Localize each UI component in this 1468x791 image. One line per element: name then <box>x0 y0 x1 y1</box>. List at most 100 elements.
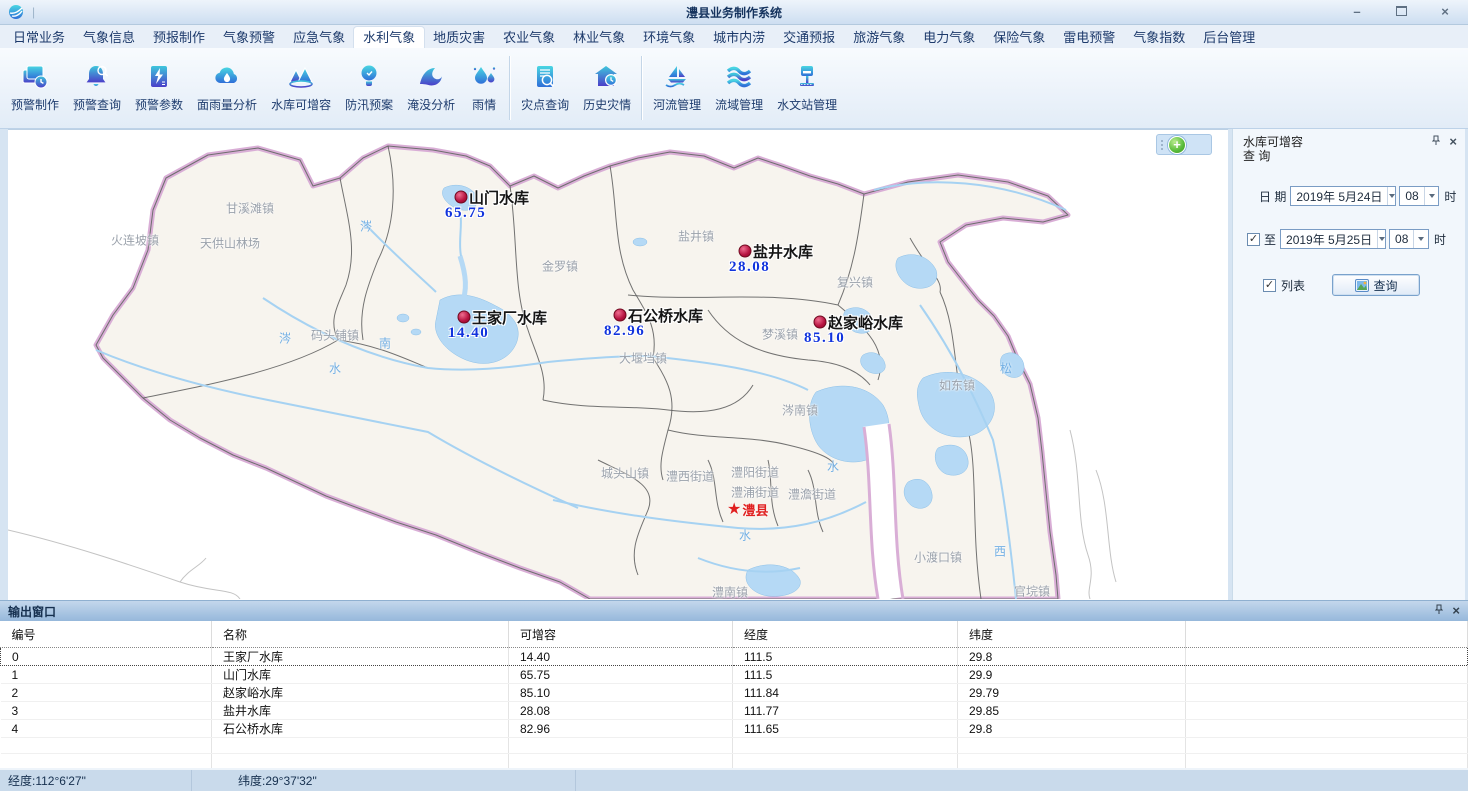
menu-weather-info[interactable]: 气象信息 <box>74 27 144 48</box>
cell-latitude: 29.85 <box>958 702 1186 720</box>
table-row[interactable]: 3 盐井水库 28.08 111.77 29.85 <box>1 702 1468 720</box>
map-river-label: 西 <box>994 543 1006 560</box>
toolbar-disaster-history[interactable]: 历史灾情 <box>576 59 638 117</box>
map-town-label: 澧澹街道 <box>788 486 836 503</box>
toolbar-warning-query[interactable]: 预警查询 <box>66 59 128 117</box>
map-town-label: 澧浦街道 <box>731 484 779 501</box>
chevron-down-icon <box>1377 230 1385 248</box>
cell-longitude: 111.77 <box>733 702 958 720</box>
output-title: 输出窗口 <box>8 603 56 620</box>
menu-hydro-active[interactable]: 水利气象 <box>354 27 424 48</box>
map-canvas[interactable]: 甘溪滩镇 火连坡镇 天供山林场 金罗镇 盐井镇 复兴镇 梦溪镇 码头铺镇 大堰垱… <box>8 129 1228 601</box>
col-header-capacity[interactable]: 可增容 <box>509 621 733 648</box>
pin-icon[interactable] <box>1435 604 1443 618</box>
cell-name: 山门水库 <box>212 666 509 684</box>
close-button[interactable]: × <box>1438 5 1452 19</box>
panel-title: 水库可增容 查 询 <box>1233 129 1465 163</box>
reservoir-capacity-icon <box>286 63 316 91</box>
table-row[interactable]: 0 王家厂水库 14.40 111.5 29.8 <box>1 648 1468 666</box>
table-row[interactable]: 4 石公桥水库 82.96 111.65 29.8 <box>1 720 1468 738</box>
zoom-in-button[interactable]: + <box>1168 136 1186 154</box>
output-titlebar: 输出窗口 × <box>0 600 1468 621</box>
map-town-label: 澧西街道 <box>666 468 714 485</box>
menu-forecast[interactable]: 预报制作 <box>144 27 214 48</box>
list-checkbox[interactable]: ✓ <box>1263 279 1276 292</box>
menu-emergency[interactable]: 应急气象 <box>284 27 354 48</box>
marker-dot-icon <box>458 311 471 324</box>
drag-grip-icon[interactable] <box>1161 140 1163 150</box>
toolbar-inundation[interactable]: 淹没分析 <box>400 59 462 117</box>
toolbar-rainfall-analysis[interactable]: 面雨量分析 <box>190 59 264 117</box>
cell-capacity: 82.96 <box>509 720 733 738</box>
toolbar: 预警制作 预警查询 预警参数 面雨量分析 <box>0 48 1468 129</box>
hour-to-select[interactable]: 08 <box>1389 229 1429 249</box>
table-row[interactable]: 2 赵家峪水库 85.10 111.84 29.79 <box>1 684 1468 702</box>
pin-icon[interactable] <box>1432 135 1440 149</box>
menu-urban-flood[interactable]: 城市内涝 <box>704 27 774 48</box>
cell-latitude: 29.79 <box>958 684 1186 702</box>
date-to-value: 2019年 5月25日 <box>1281 231 1377 248</box>
date-to-select[interactable]: 2019年 5月25日 <box>1280 229 1386 249</box>
menu-lightning[interactable]: 雷电预警 <box>1054 27 1124 48</box>
map-town-label: 天供山林场 <box>200 235 260 252</box>
menu-admin[interactable]: 后台管理 <box>1194 27 1264 48</box>
toolbar-warning-params[interactable]: 预警参数 <box>128 59 190 117</box>
area-rainfall-icon <box>212 63 242 91</box>
toolbar-flood-plan[interactable]: 防汛预案 <box>338 59 400 117</box>
toolbar-rain[interactable]: 雨情 <box>462 59 506 117</box>
toolbar-basin-management[interactable]: 流域管理 <box>708 59 770 117</box>
date-to-row: ✓ 至 2019年 5月25日 08 时 <box>1247 229 1446 249</box>
menu-agriculture[interactable]: 农业气象 <box>494 27 564 48</box>
hour-from-select[interactable]: 08 <box>1399 186 1439 206</box>
panel-close-icon[interactable]: × <box>1449 136 1457 148</box>
cell-capacity: 14.40 <box>509 648 733 666</box>
date-from-select[interactable]: 2019年 5月24日 <box>1290 186 1396 206</box>
menu-warning[interactable]: 气象预警 <box>214 27 284 48</box>
menu-geo-disaster[interactable]: 地质灾害 <box>424 27 494 48</box>
map-town-label: 大堰垱镇 <box>619 350 667 367</box>
to-checkbox[interactable]: ✓ <box>1247 233 1260 246</box>
toolbar-label: 预警参数 <box>135 96 183 113</box>
menu-index[interactable]: 气象指数 <box>1124 27 1194 48</box>
marker-dot-icon <box>814 316 827 329</box>
col-header-name[interactable]: 名称 <box>212 621 509 648</box>
toolbar-disaster-point-query[interactable]: 灾点查询 <box>514 59 576 117</box>
map-river-label: 水 <box>329 360 341 377</box>
status-longitude: 经度:112°6'27" <box>0 770 192 791</box>
marker-value: 14.40 <box>448 325 489 342</box>
chevron-down-icon <box>1387 187 1395 205</box>
col-header-id[interactable]: 编号 <box>1 621 212 648</box>
menu-forestry[interactable]: 林业气象 <box>564 27 634 48</box>
menu-insurance[interactable]: 保险气象 <box>984 27 1054 48</box>
marker-dot-icon <box>739 245 752 258</box>
cell-latitude: 29.9 <box>958 666 1186 684</box>
map-town-label: 火连坡镇 <box>111 232 159 249</box>
list-label: 列表 <box>1281 277 1305 294</box>
menu-traffic[interactable]: 交通预报 <box>774 27 844 48</box>
toolbar-warning-make[interactable]: 预警制作 <box>4 59 66 117</box>
minimize-button[interactable]: – <box>1350 5 1364 19</box>
map-river-label: 涔 <box>279 330 291 347</box>
panel-title-line1: 水库可增容 <box>1243 135 1457 149</box>
menu-power[interactable]: 电力气象 <box>914 27 984 48</box>
output-close-icon[interactable]: × <box>1452 605 1460 617</box>
query-button[interactable]: 查询 <box>1332 274 1420 296</box>
col-header-longitude[interactable]: 经度 <box>733 621 958 648</box>
toolbar-reservoir-capacity[interactable]: 水库可增容 <box>264 59 338 117</box>
map-town-label: 小渡口镇 <box>914 549 962 566</box>
title-bar: | 澧县业务制作系统 – × <box>0 0 1468 25</box>
maximize-icon <box>1396 6 1407 16</box>
menu-tourism[interactable]: 旅游气象 <box>844 27 914 48</box>
maximize-button[interactable] <box>1394 5 1408 19</box>
warning-query-icon <box>82 63 112 91</box>
disaster-history-icon <box>592 63 622 91</box>
menu-environment[interactable]: 环境气象 <box>634 27 704 48</box>
toolbar-separator <box>509 56 511 120</box>
toolbar-river-management[interactable]: 河流管理 <box>646 59 708 117</box>
menu-daily[interactable]: 日常业务 <box>4 27 74 48</box>
col-header-latitude[interactable]: 纬度 <box>958 621 1186 648</box>
menu-bar: 日常业务 气象信息 预报制作 气象预警 应急气象 水利气象 地质灾害 农业气象 … <box>0 25 1468 48</box>
toolbar-label: 河流管理 <box>653 96 701 113</box>
toolbar-hydro-station-management[interactable]: 水文站管理 <box>770 59 844 117</box>
table-row[interactable]: 1 山门水库 65.75 111.5 29.9 <box>1 666 1468 684</box>
